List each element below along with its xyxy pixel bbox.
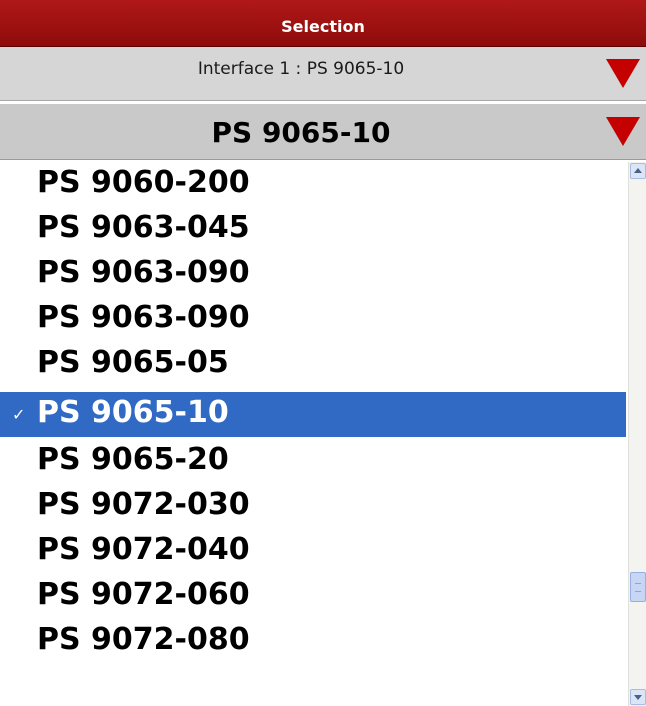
title-text: Selection <box>281 17 365 36</box>
vertical-scrollbar[interactable] <box>628 162 646 706</box>
list-item[interactable]: PS 9063-090 <box>0 297 626 342</box>
list-item[interactable]: PS 9063-045 <box>0 207 626 252</box>
list-item[interactable]: PS 9072-040 <box>0 529 626 574</box>
list-item[interactable]: PS 9065-05 <box>0 342 626 387</box>
interface-dropdown[interactable]: Interface 1 : PS 9065-10 <box>0 47 646 101</box>
title-bar: Selection <box>0 0 646 47</box>
list-item[interactable]: PS 9072-030 <box>0 484 626 529</box>
list-item-label: PS 9072-030 <box>37 487 250 522</box>
dropdown-arrow-icon[interactable] <box>606 117 640 146</box>
dropdown-arrow-icon[interactable] <box>606 59 640 88</box>
list-item[interactable]: PS 9065-20 <box>0 439 626 484</box>
model-value: PS 9065-10 <box>211 116 391 149</box>
list-item-label: PS 9065-05 <box>37 345 229 380</box>
model-option-list: PS 9060-200 PS 9063-045 PS 9063-090 PS 9… <box>0 162 628 706</box>
list-item-label: PS 9063-090 <box>37 300 250 335</box>
scroll-down-icon[interactable] <box>630 689 646 705</box>
list-item-label: PS 9063-045 <box>37 210 250 245</box>
list-item-label: PS 9063-090 <box>37 255 250 290</box>
list-item[interactable]: PS 9072-080 <box>0 619 626 664</box>
scroll-up-icon[interactable] <box>630 163 646 179</box>
list-item-label: PS 9072-080 <box>37 622 250 657</box>
list-item-label: PS 9065-20 <box>37 442 229 477</box>
list-item-selected[interactable]: ✓ PS 9065-10 <box>0 392 626 437</box>
list-item-label: PS 9072-060 <box>37 577 250 612</box>
list-item-label: PS 9065-10 <box>37 395 229 430</box>
scrollbar-thumb[interactable] <box>630 572 646 602</box>
list-item[interactable]: PS 9072-060 <box>0 574 626 619</box>
list-item-label: PS 9072-040 <box>37 532 250 567</box>
list-item-label: PS 9060-200 <box>37 165 250 200</box>
model-dropdown[interactable]: PS 9065-10 <box>0 104 646 160</box>
interface-label: Interface 1 : PS 9065-10 <box>197 59 405 79</box>
list-item[interactable]: PS 9063-090 <box>0 252 626 297</box>
checkmark-icon: ✓ <box>12 405 26 424</box>
list-item[interactable]: PS 9060-200 <box>0 162 626 207</box>
